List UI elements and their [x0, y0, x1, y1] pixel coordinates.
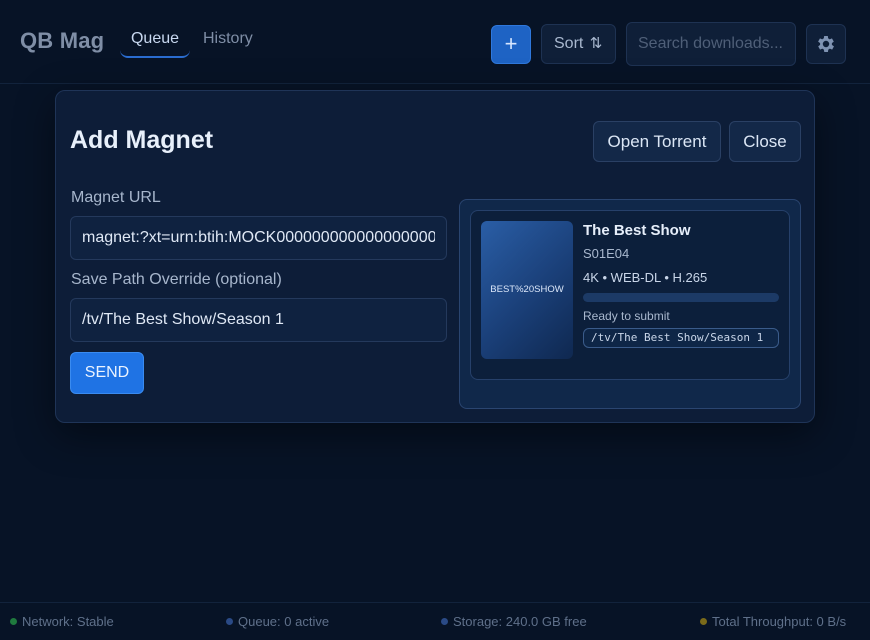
queue-dot-icon — [226, 618, 233, 625]
sort-label: Sort — [554, 35, 584, 52]
throughput-dot-icon — [700, 618, 707, 625]
save-path-chip: /tv/The Best Show/Season 1 — [583, 328, 779, 348]
storage-dot-icon — [441, 618, 448, 625]
sort-arrows-icon: ⇅ — [589, 35, 603, 52]
save-path-input[interactable] — [70, 298, 447, 342]
app-logo: QB Mag — [20, 28, 105, 53]
throughput-status: Total Throughput: 0 B/s — [700, 614, 846, 629]
network-text: Network: Stable — [22, 614, 114, 629]
preview-panel: BEST%20SHOW The Best Show S01E04 4K • WE… — [459, 199, 801, 409]
quality-tags: 4K • WEB-DL • H.265 — [583, 270, 708, 285]
storage-text: Storage: 240.0 GB free — [453, 614, 587, 629]
preview-card: BEST%20SHOW The Best Show S01E04 4K • WE… — [470, 210, 790, 380]
send-button[interactable]: SEND — [70, 352, 144, 394]
network-status: Network: Stable — [10, 614, 114, 629]
tab-history[interactable]: History — [203, 30, 253, 48]
top-bar: QB Mag Queue History + Sort ⇅ — [0, 0, 870, 84]
gear-icon — [818, 36, 834, 52]
queue-status: Queue: 0 active — [226, 614, 329, 629]
queue-text: Queue: 0 active — [238, 614, 330, 629]
storage-status: Storage: 240.0 GB free — [441, 614, 587, 629]
throughput-text: Total Throughput: 0 B/s — [712, 614, 847, 629]
progress-bar — [583, 293, 779, 302]
show-title: The Best Show — [583, 222, 691, 239]
search-input[interactable] — [626, 22, 796, 66]
dialog-title: Add Magnet — [70, 126, 214, 154]
open-torrent-button[interactable]: Open Torrent — [593, 121, 721, 162]
status-bar: Network: Stable Queue: 0 active Storage:… — [0, 602, 870, 640]
tab-queue[interactable]: Queue — [120, 30, 190, 58]
poster-image: BEST%20SHOW — [481, 221, 573, 359]
add-magnet-dialog: Add Magnet Open Torrent Close Magnet URL… — [55, 90, 815, 423]
episode-code: S01E04 — [583, 246, 630, 261]
network-dot-icon — [10, 618, 17, 625]
add-download-button[interactable]: + — [491, 25, 531, 64]
save-path-label: Save Path Override (optional) — [71, 271, 282, 288]
settings-button[interactable] — [806, 24, 846, 64]
close-button[interactable]: Close — [729, 121, 801, 162]
magnet-url-label: Magnet URL — [71, 189, 161, 206]
magnet-url-input[interactable] — [70, 216, 447, 260]
sort-button[interactable]: Sort ⇅ — [541, 24, 616, 64]
submit-status: Ready to submit — [583, 309, 670, 323]
